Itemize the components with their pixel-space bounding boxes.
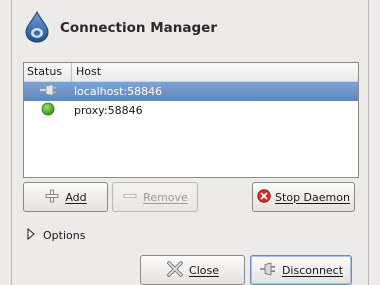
options-label: Options [43, 229, 86, 242]
host-row-proxy[interactable]: proxy:58846 [24, 101, 358, 120]
add-icon [44, 188, 60, 207]
deluge-app-icon [24, 10, 50, 46]
disconnect-plug-icon [259, 261, 277, 279]
add-button[interactable]: Add [23, 182, 108, 212]
close-icon [166, 260, 184, 280]
stop-icon [257, 188, 271, 206]
column-header-host[interactable]: Host [72, 63, 101, 81]
remove-icon [122, 188, 138, 207]
online-green-dot-icon [41, 102, 55, 119]
remove-button[interactable]: Remove [112, 182, 198, 212]
options-expander[interactable]: Options [27, 227, 86, 243]
disconnect-button[interactable]: Disconnect [250, 255, 352, 285]
host-name: localhost:58846 [74, 85, 163, 98]
close-button[interactable]: Close [140, 255, 245, 285]
host-list[interactable]: Status Host localhost:58846 proxy:58846 [23, 62, 359, 178]
add-button-label: Add [65, 190, 87, 204]
host-row-localhost[interactable]: localhost:58846 [24, 82, 358, 101]
remove-button-label: Remove [143, 190, 188, 204]
stop-daemon-button-label: Stop Daemon [275, 190, 350, 204]
disconnected-plug-icon [39, 84, 57, 99]
expander-arrow-icon [27, 227, 35, 243]
window-right-edge [368, 0, 369, 285]
column-header-status[interactable]: Status [24, 63, 72, 81]
stop-daemon-button[interactable]: Stop Daemon [252, 182, 355, 212]
close-button-label: Close [189, 263, 219, 277]
dialog-header: Connection Manager [24, 10, 217, 46]
host-name: proxy:58846 [74, 104, 143, 117]
host-list-header: Status Host [24, 63, 358, 82]
dialog-title: Connection Manager [60, 20, 217, 36]
disconnect-button-label: Disconnect [281, 263, 344, 277]
